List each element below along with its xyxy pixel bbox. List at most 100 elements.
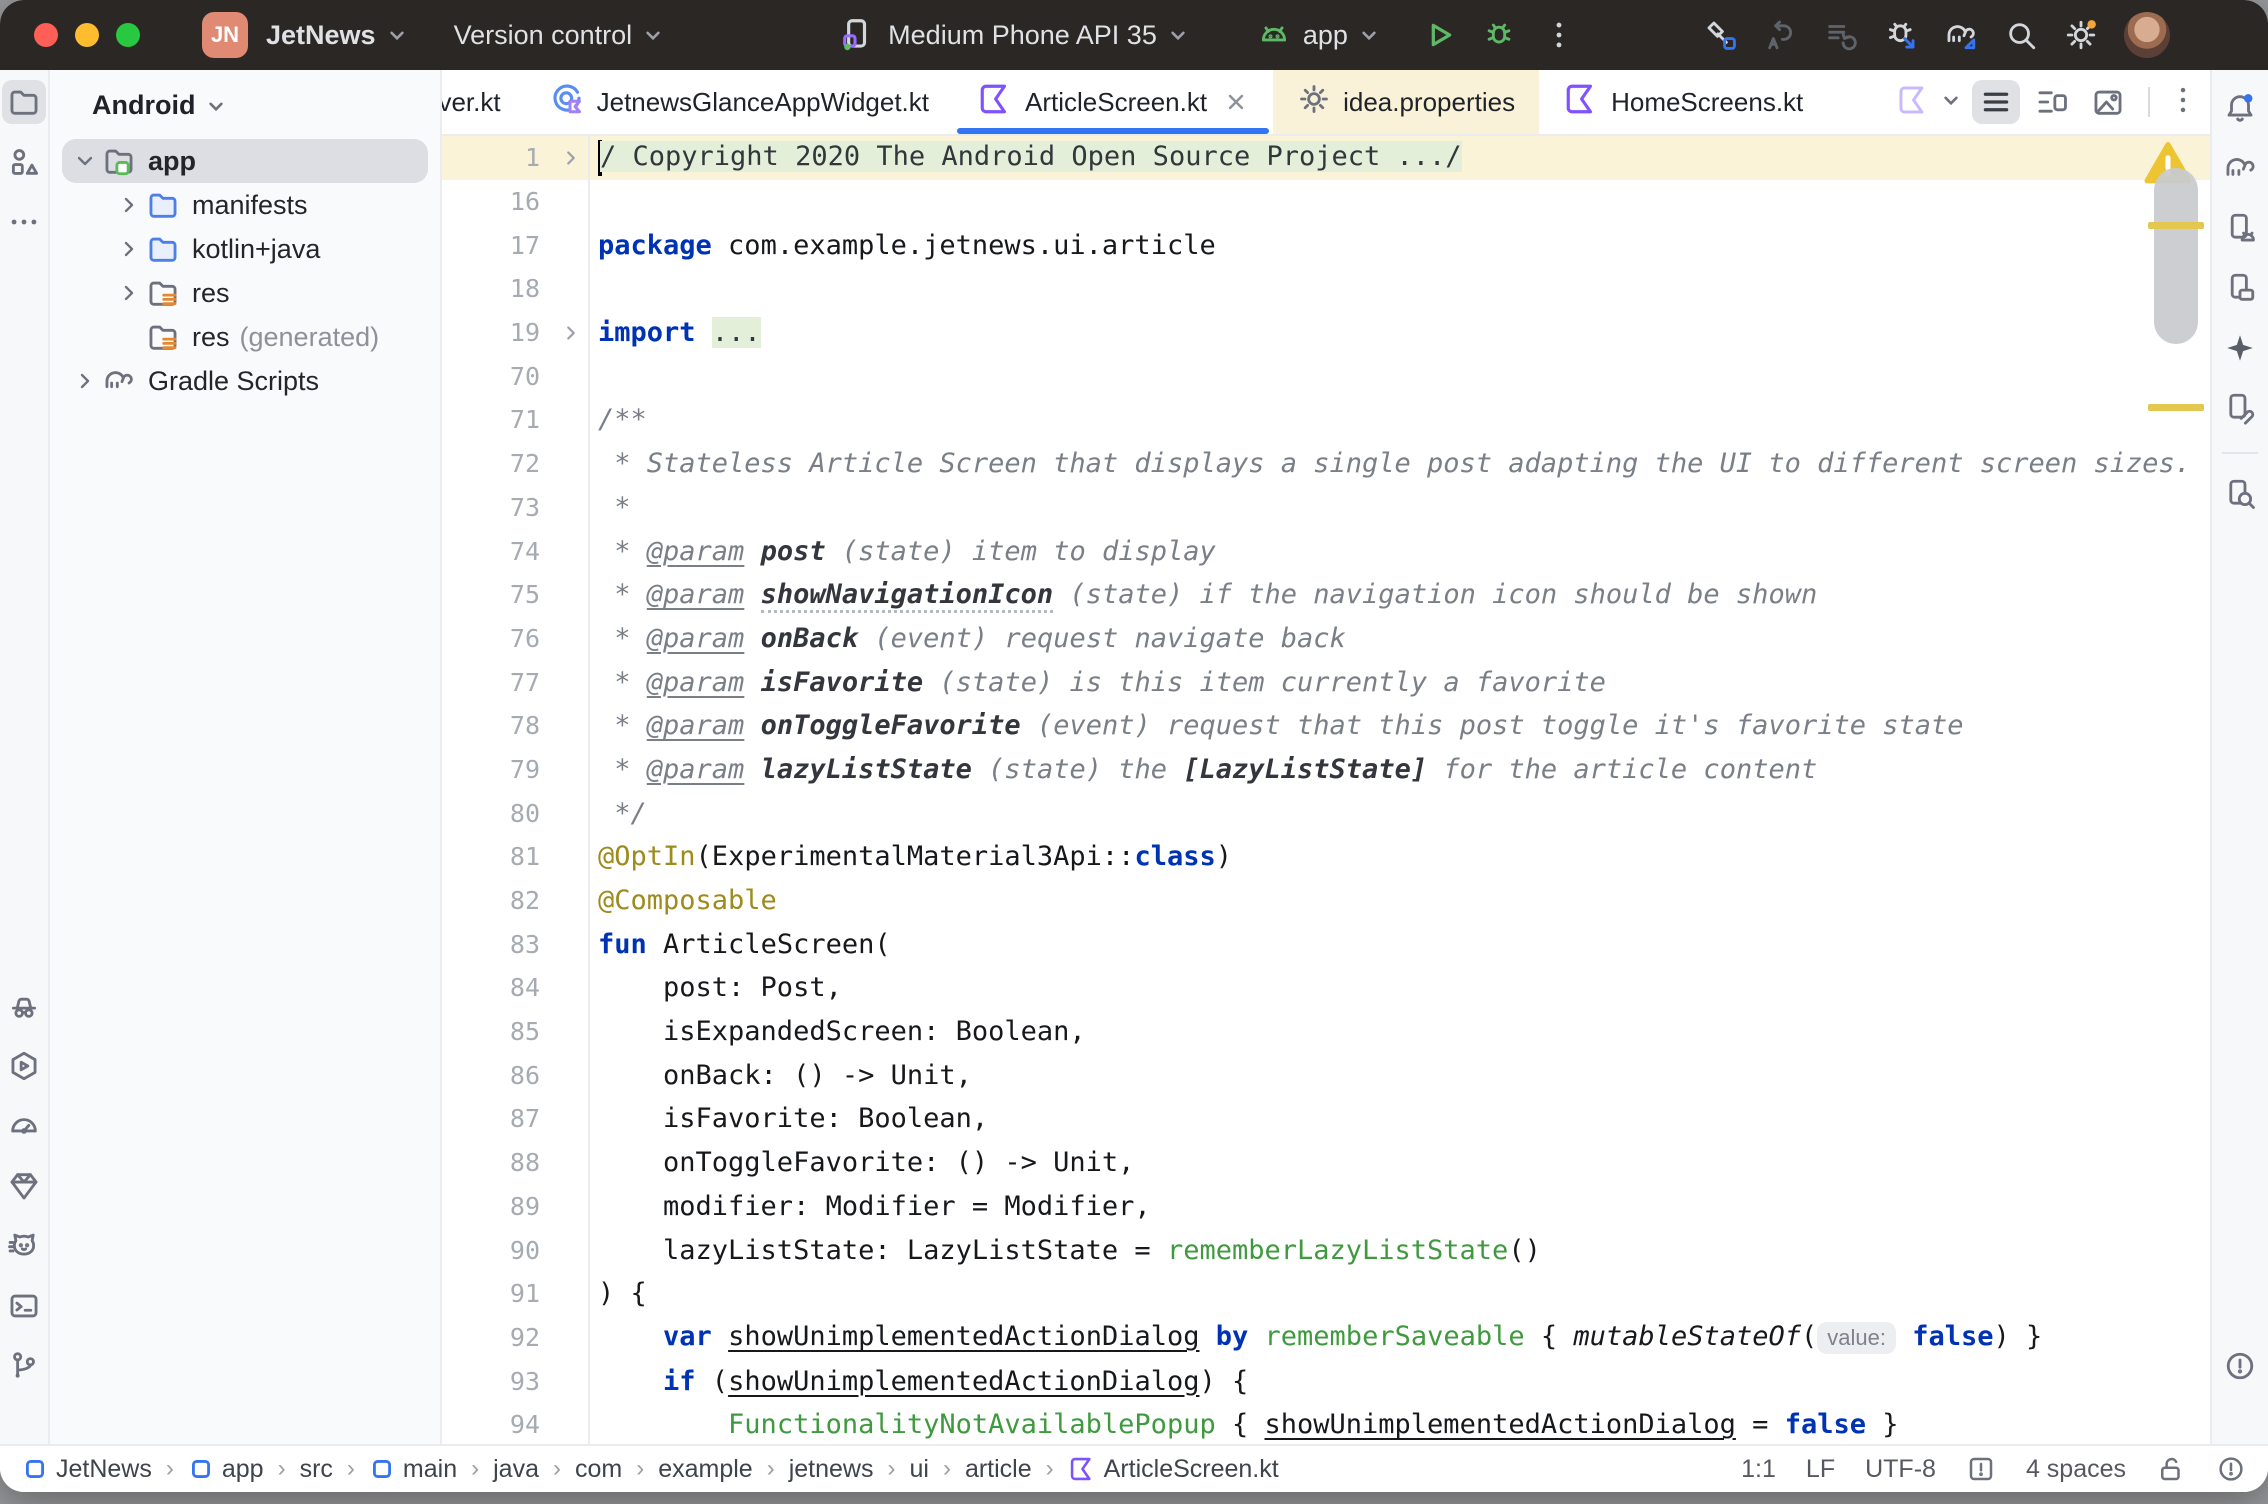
code-line-73[interactable]: 73 * [442,486,2210,530]
tree-item-res[interactable]: res(generated) [62,315,428,359]
encoding-widget[interactable]: UTF-8 [1865,1455,1936,1484]
code-line-75[interactable]: 75 * @param showNavigationIcon (state) i… [442,573,2210,617]
code-line-77[interactable]: 77 * @param isFavorite (state) is this i… [442,660,2210,704]
indent-widget[interactable]: 4 spaces [2026,1455,2126,1484]
device-manager-button[interactable] [2218,206,2262,250]
code-line-83[interactable]: 83fun ArticleScreen( [442,922,2210,966]
resource-manager-button[interactable] [2,140,46,184]
code-editor[interactable]: 1/ Copyright 2020 The Android Open Sourc… [442,136,2210,1444]
tree-item-manifests[interactable]: manifests [62,183,428,227]
rerun-tests-button[interactable] [1764,18,1798,52]
code-line-72[interactable]: 72 * Stateless Article Screen that displ… [442,442,2210,486]
code-line-86[interactable]: 86 onBack: () -> Unit, [442,1053,2210,1097]
code-line-18[interactable]: 18 [442,267,2210,311]
code-line-93[interactable]: 93 if (showUnimplementedActionDialog) { [442,1359,2210,1403]
build-button[interactable] [1704,18,1738,52]
gradle-sync-button[interactable] [1944,18,1978,52]
app-insights-gem-button[interactable] [2,1164,46,1208]
editor-tab-homescreens-kt[interactable]: HomeScreens.kt [1539,70,1827,134]
editor-tab-articlescreen-kt[interactable]: ArticleScreen.kt [953,70,1273,134]
close-icon[interactable] [1223,89,1249,115]
code-line-76[interactable]: 76 * @param onBack (event) request navig… [442,617,2210,661]
device-icon[interactable] [836,16,874,54]
code-line-82[interactable]: 82@Composable [442,879,2210,923]
project-view-selector[interactable]: Android [50,70,440,135]
code-line-19[interactable]: 19import ... [442,311,2210,355]
run-configuration-selector[interactable]: app [1303,20,1348,51]
breadcrumb-item-article[interactable]: article [965,1455,1032,1484]
profiler-button[interactable] [2,1104,46,1148]
tree-item-gradle-scripts[interactable]: Gradle Scripts [62,359,428,403]
close-window-button[interactable] [34,23,58,47]
chevron-right-icon[interactable] [112,193,146,217]
fold-arrow-icon[interactable] [554,322,588,344]
line-separator-widget[interactable]: LF [1806,1455,1835,1484]
more-tool-windows-button[interactable] [2,200,46,244]
hidden-tabs-dropdown[interactable] [1938,87,1964,118]
code-line-80[interactable]: 80 */ [442,791,2210,835]
code-line-91[interactable]: 91) { [442,1272,2210,1316]
code-line-84[interactable]: 84 post: Post, [442,966,2210,1010]
folded-region[interactable]: / Copyright 2020 The Android Open Source… [600,141,1462,172]
code-line-94[interactable]: 94 FunctionalityNotAvailablePopup { show… [442,1403,2210,1444]
running-devices-button[interactable] [2218,266,2262,310]
app-quality-insights-button[interactable] [2,984,46,1028]
code-view-button[interactable] [1972,80,2020,124]
chevron-down-icon[interactable] [68,149,102,173]
breadcrumb-item-articlescreen-kt[interactable]: ArticleScreen.kt [1068,1455,1279,1484]
design-view-button[interactable] [2084,80,2132,124]
breadcrumb-item-src[interactable]: src [300,1455,333,1484]
problems-status-icon[interactable] [2216,1454,2246,1484]
code-line-71[interactable]: 71/** [442,398,2210,442]
code-line-78[interactable]: 78 * @param onToggleFavorite (event) req… [442,704,2210,748]
breadcrumb-item-main[interactable]: main [369,1455,457,1484]
user-avatar[interactable] [2124,12,2170,58]
chevron-down-icon[interactable] [384,22,410,48]
code-line-81[interactable]: 81@OptIn(ExperimentalMaterial3Api::class… [442,835,2210,879]
debug-button[interactable] [1482,18,1516,52]
notifications-button[interactable] [2218,86,2262,130]
code-line-16[interactable]: 16 [442,180,2210,224]
breadcrumb-item-com[interactable]: com [575,1455,622,1484]
attach-debugger-button[interactable] [1884,18,1918,52]
chevron-right-icon[interactable] [68,369,102,393]
device-selector[interactable]: Medium Phone API 35 [888,20,1157,51]
search-everywhere-button[interactable] [2004,18,2038,52]
chevron-right-icon[interactable] [112,281,146,305]
fold-arrow-icon[interactable] [554,147,588,169]
chevron-down-icon[interactable] [640,22,666,48]
breadcrumb-item-jetnews[interactable]: JetNews [22,1455,152,1484]
code-line-88[interactable]: 88 onToggleFavorite: () -> Unit, [442,1141,2210,1185]
logcat-button[interactable] [2,1224,46,1268]
code-line-89[interactable]: 89 modifier: Modifier = Modifier, [442,1185,2210,1229]
code-line-74[interactable]: 74 * @param post (state) item to display [442,529,2210,573]
editor-tab-jetnewsglanceappwidget-kt[interactable]: JetnewsGlanceAppWidget.kt [525,70,953,134]
build-variants-button[interactable] [1824,18,1858,52]
code-line-90[interactable]: 90 lazyListState: LazyListState = rememb… [442,1228,2210,1272]
code-line-79[interactable]: 79 * @param lazyListState (state) the [L… [442,748,2210,792]
project-widget[interactable]: JetNews [266,20,376,51]
gemini-button[interactable] [2218,326,2262,370]
device-file-explorer-button[interactable] [2218,386,2262,430]
problems-button[interactable] [2218,1344,2262,1388]
editor-tab-idea-properties[interactable]: idea.properties [1273,70,1539,134]
more-actions-kebab-icon[interactable] [1542,18,1576,52]
minimize-window-button[interactable] [75,23,99,47]
split-view-button[interactable] [2028,80,2076,124]
code-line-92[interactable]: 92 var showUnimplementedActionDialog by … [442,1316,2210,1360]
editor-options-kebab-icon[interactable] [2166,83,2200,122]
breadcrumb-item-java[interactable]: java [493,1455,539,1484]
code-line-17[interactable]: 17package com.example.jetnews.ui.article [442,223,2210,267]
settings-button[interactable] [2064,18,2098,52]
breadcrumb-item-ui[interactable]: ui [909,1455,928,1484]
vcs-widget[interactable]: Version control [454,20,633,51]
project-tool-button[interactable] [2,80,46,124]
services-button[interactable] [2,1044,46,1088]
run-button[interactable] [1422,18,1456,52]
tree-item-res[interactable]: res [62,271,428,315]
breadcrumb-item-example[interactable]: example [658,1455,753,1484]
caret-position-widget[interactable]: 1:1 [1741,1455,1776,1484]
lock-open-icon[interactable] [2156,1454,2186,1484]
terminal-button[interactable] [2,1284,46,1328]
tree-item-app[interactable]: app [62,139,428,183]
